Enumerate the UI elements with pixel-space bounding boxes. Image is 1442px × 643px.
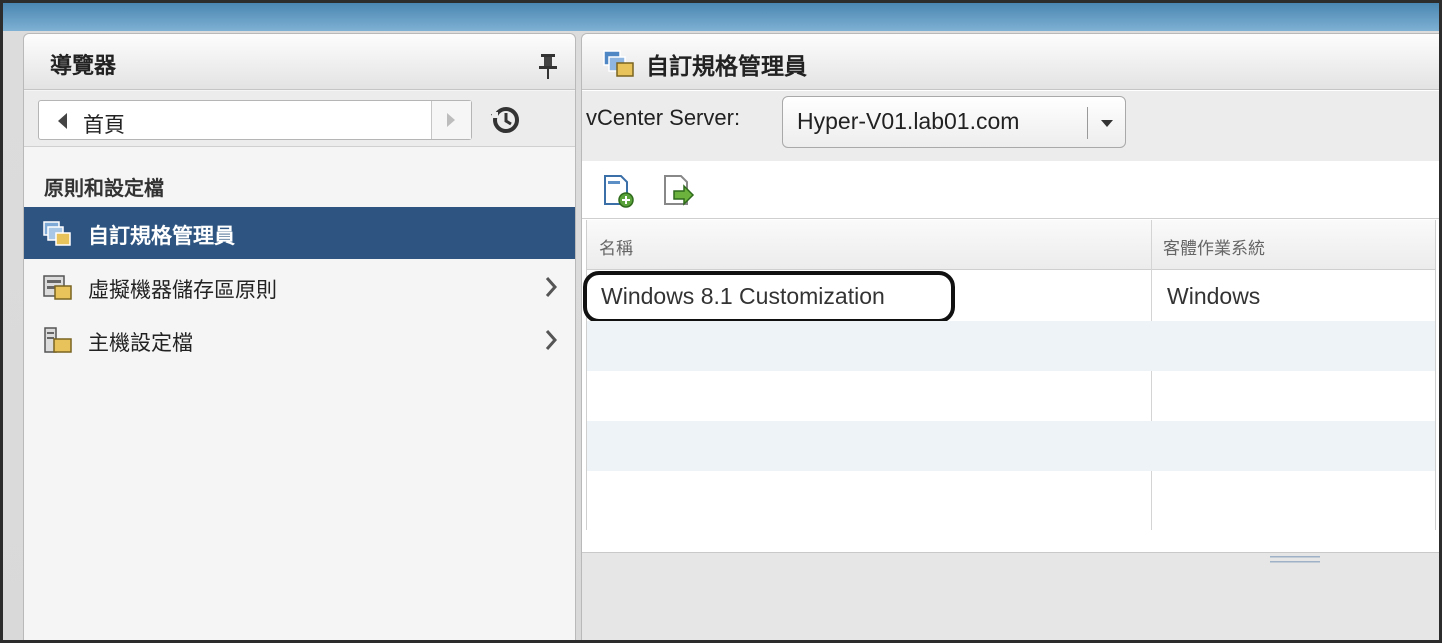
cell-guest-os: Windows (1167, 283, 1261, 309)
main-header: 自訂規格管理員 (582, 34, 1439, 90)
new-spec-icon[interactable] (600, 173, 636, 209)
table-row-empty (587, 471, 1435, 521)
vcenter-bar: vCenter Server: Hyper-V01.lab01.com (582, 91, 1439, 161)
table-row[interactable]: Windows 8.1 Customization Windows (583, 271, 1435, 323)
import-spec-icon[interactable] (660, 173, 696, 209)
nav-item-label: 主機設定檔 (88, 331, 193, 355)
customization-spec-icon (43, 221, 71, 246)
forward-button[interactable] (431, 101, 471, 139)
section-title: 原則和設定檔 (44, 176, 164, 200)
vcenter-select[interactable]: Hyper-V01.lab01.com (782, 96, 1126, 148)
splitter-handle-icon[interactable] (1270, 553, 1320, 567)
table-header: 名稱 客體作業系統 (587, 220, 1435, 270)
vcenter-value: Hyper-V01.lab01.com (797, 108, 1020, 134)
home-breadcrumb[interactable]: 首頁 (38, 100, 472, 140)
navigator-title: 導覽器 (50, 54, 117, 79)
highlight-ellipse (583, 271, 955, 323)
navigation-bar: 首頁 (24, 91, 575, 147)
chevron-right-icon[interactable] (544, 328, 558, 352)
customization-spec-icon (603, 50, 634, 77)
details-pane (582, 552, 1439, 640)
navigator-panel: 導覽器 首頁 原則和設定檔 自訂規格管理員 虛擬機器儲存區原則 主機設定檔 (23, 33, 576, 640)
home-label: 首頁 (83, 113, 125, 137)
page-title: 自訂規格管理員 (646, 54, 807, 80)
title-strip (3, 3, 1439, 31)
back-arrow-icon[interactable] (55, 111, 71, 131)
chevron-right-icon[interactable] (544, 275, 558, 299)
nav-item-host-profile[interactable]: 主機設定檔 (24, 314, 575, 366)
spec-table: 名稱 客體作業系統 Windows 8.1 Customization Wind… (583, 220, 1436, 530)
column-header-name[interactable]: 名稱 (599, 234, 633, 259)
history-icon[interactable] (489, 104, 521, 136)
select-divider (1087, 107, 1088, 139)
nav-item-label: 虛擬機器儲存區原則 (88, 278, 277, 302)
column-header-guest-os[interactable]: 客體作業系統 (1163, 234, 1265, 259)
nav-item-customization-spec[interactable]: 自訂規格管理員 (24, 207, 575, 259)
forward-arrow-icon (447, 113, 455, 127)
table-row-empty (587, 421, 1435, 471)
vcenter-label: vCenter Server: (586, 105, 741, 130)
app-window: 導覽器 首頁 原則和設定檔 自訂規格管理員 虛擬機器儲存區原則 主機設定檔 自訂… (0, 0, 1442, 643)
pin-icon[interactable] (536, 52, 560, 80)
nav-item-vm-storage-policy[interactable]: 虛擬機器儲存區原則 (24, 261, 575, 313)
toolbar (582, 161, 1439, 219)
table-row-empty (587, 321, 1435, 371)
table-row-empty (587, 371, 1435, 421)
chevron-down-icon[interactable] (1100, 119, 1114, 129)
host-profile-icon (44, 327, 72, 353)
vm-storage-policy-icon (43, 275, 72, 300)
navigator-header: 導覽器 (24, 34, 575, 90)
nav-item-label: 自訂規格管理員 (88, 224, 235, 248)
main-panel: 自訂規格管理員 vCenter Server: Hyper-V01.lab01.… (581, 33, 1439, 640)
